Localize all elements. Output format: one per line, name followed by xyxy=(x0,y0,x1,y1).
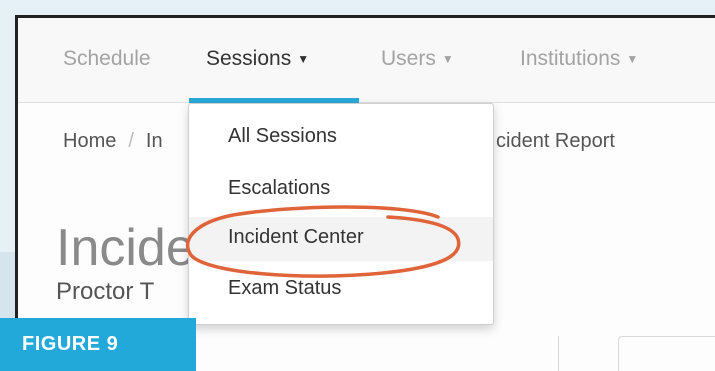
chevron-down-icon: ▼ xyxy=(626,52,639,67)
breadcrumb-current: cident Report xyxy=(496,130,615,152)
annotation-circle-icon xyxy=(185,205,461,278)
page-subtitle: Proctor T xyxy=(56,278,155,305)
breadcrumb-partial[interactable]: In xyxy=(146,130,163,152)
menu-item-all-sessions[interactable]: All Sessions xyxy=(189,116,493,160)
breadcrumb-home[interactable]: Home xyxy=(63,130,116,152)
breadcrumb: Home / In xyxy=(63,130,163,153)
nav-sessions-label: Sessions xyxy=(206,47,292,70)
top-navbar: Schedule Sessions ▼ Users ▼ Institutions ▼ xyxy=(18,18,715,103)
nav-institutions-label: Institutions xyxy=(520,47,621,70)
nav-users[interactable]: Users ▼ xyxy=(381,47,454,71)
card-edge xyxy=(558,336,559,371)
nav-schedule[interactable]: Schedule xyxy=(63,47,151,71)
nav-users-label: Users xyxy=(381,47,436,70)
breadcrumb-separator: / xyxy=(128,130,134,152)
chevron-down-icon: ▼ xyxy=(297,52,310,67)
card-edge-right xyxy=(618,336,715,371)
nav-schedule-label: Schedule xyxy=(63,47,151,70)
nav-sessions[interactable]: Sessions ▼ xyxy=(206,47,309,71)
figure-label: FIGURE 9 xyxy=(0,318,196,371)
frame-top xyxy=(0,0,715,15)
chevron-down-icon: ▼ xyxy=(441,52,454,67)
nav-institutions[interactable]: Institutions ▼ xyxy=(520,47,638,71)
